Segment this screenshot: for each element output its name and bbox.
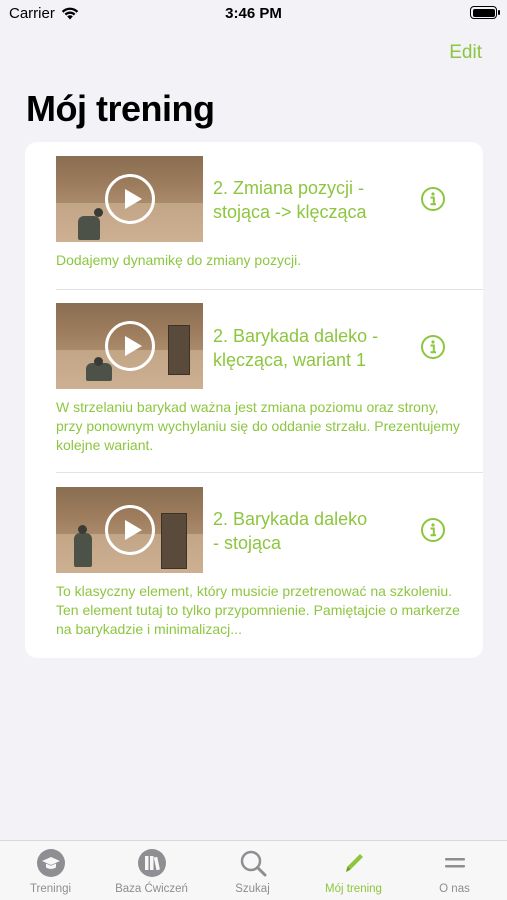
graduation-cap-icon [36,849,65,877]
item-description: W strzelaniu barykad ważna jest zmiana p… [56,399,460,453]
list-item[interactable]: 2. Barykada daleko - klęcząca, wariant 1… [25,290,483,473]
edit-button[interactable]: Edit [449,42,482,64]
item-title: 2. Barykada daleko - klęcząca, wariant 1 [213,326,379,370]
play-icon[interactable] [104,321,155,371]
play-icon[interactable] [104,505,155,555]
play-icon[interactable] [104,174,155,224]
item-title: 2. Barykada daleko - stojąca [213,509,368,553]
books-icon [137,849,166,877]
item-title: 2. Zmiana pozycji - stojąca -> klęcząca [213,178,367,222]
item-description: Dodajemy dynamikę do zmiany pozycji. [56,252,302,268]
video-thumbnail[interactable] [56,487,203,573]
tab-baza-cwiczen[interactable]: Baza Ćwiczeń [101,841,202,900]
status-bar: Carrier 3:46 PM [0,0,507,28]
page-title: Mój trening [26,88,215,129]
tab-o-nas[interactable]: O nas [404,841,505,900]
pencil-icon [345,854,363,872]
list-item[interactable]: 2. Barykada daleko - stojąca To klasyczn… [25,473,483,658]
tab-moj-trening[interactable]: Mój trening [303,841,404,900]
training-list: 2. Zmiana pozycji - stojąca -> klęcząca … [25,142,483,658]
item-description: To klasyczny element, który musicie prze… [56,583,460,637]
search-icon [240,850,266,877]
tab-treningi[interactable]: Treningi [0,841,101,900]
menu-icon [444,858,465,868]
video-thumbnail[interactable] [56,303,203,389]
tab-bar: Treningi Baza Ćwiczeń Szukaj Mój trening… [0,840,507,900]
status-time: 3:46 PM [225,5,282,22]
battery-icon [470,6,500,19]
info-icon[interactable] [420,186,446,212]
info-icon[interactable] [420,517,446,543]
video-thumbnail[interactable] [56,156,203,242]
list-item[interactable]: 2. Zmiana pozycji - stojąca -> klęcząca … [25,142,483,290]
tab-szukaj[interactable]: Szukaj [202,841,303,900]
info-icon[interactable] [420,334,446,360]
